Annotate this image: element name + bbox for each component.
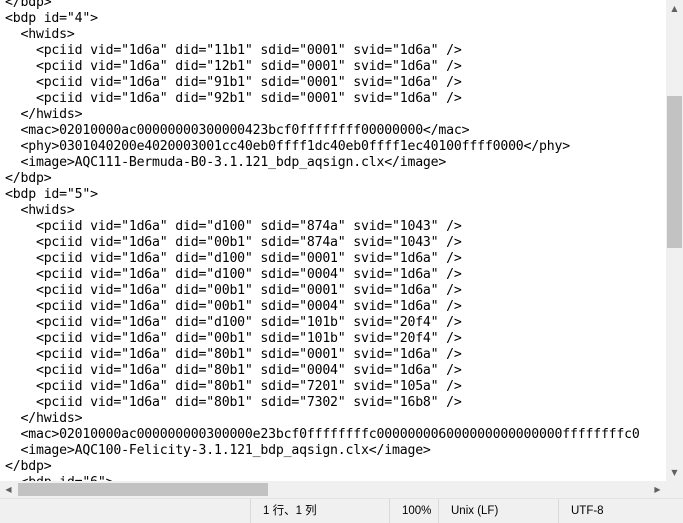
horizontal-scroll-thumb[interactable] xyxy=(18,483,268,496)
vertical-scrollbar[interactable]: ▲ ▼ xyxy=(666,0,683,481)
code-line: <pciid vid="1d6a" did="00b1" sdid="0001"… xyxy=(5,283,462,298)
code-line: <pciid vid="1d6a" did="80b1" sdid="0001"… xyxy=(5,347,462,362)
code-line: </bdp> xyxy=(5,459,52,474)
cursor-position: 1 行、1 列 xyxy=(250,499,389,523)
code-line: <pciid vid="1d6a" did="00b1" sdid="0004"… xyxy=(5,299,462,314)
code-line: <bdp id="5"> xyxy=(5,187,98,202)
code-line: <pciid vid="1d6a" did="d100" sdid="0004"… xyxy=(5,267,462,282)
code-line: <image>AQC111-Bermuda-B0-3.1.121_bdp_aqs… xyxy=(5,155,447,170)
code-line: <hwids> xyxy=(5,203,75,218)
code-line: </bdp> xyxy=(5,171,52,186)
scroll-left-arrow-icon[interactable]: ◀ xyxy=(0,481,17,498)
code-line: </hwids> xyxy=(5,107,83,122)
code-line: <pciid vid="1d6a" did="d100" sdid="874a"… xyxy=(5,219,462,234)
code-line: <phy>0301040200e4020003001cc40eb0ffff1dc… xyxy=(5,139,570,154)
code-line: <pciid vid="1d6a" did="80b1" sdid="7302"… xyxy=(5,395,462,410)
code-line: <pciid vid="1d6a" did="00b1" sdid="874a"… xyxy=(5,235,462,250)
editor-lines: </bdp> <bdp id="4"> <hwids> <pciid vid="1… xyxy=(5,0,640,481)
code-line: <pciid vid="1d6a" did="80b1" sdid="7201"… xyxy=(5,379,462,394)
code-line: <pciid vid="1d6a" did="92b1" sdid="0001"… xyxy=(5,91,462,106)
code-line: <bdp id="4"> xyxy=(5,11,98,26)
code-line: <pciid vid="1d6a" did="91b1" sdid="0001"… xyxy=(5,75,462,90)
code-line: <pciid vid="1d6a" did="11b1" sdid="0001"… xyxy=(5,43,462,58)
scroll-down-arrow-icon[interactable]: ▼ xyxy=(666,464,683,481)
code-line: <pciid vid="1d6a" did="d100" sdid="101b"… xyxy=(5,315,462,330)
code-line: <image>AQC100-Felicity-3.1.121_bdp_aqsig… xyxy=(5,443,431,458)
horizontal-scrollbar[interactable]: ◀ ▶ xyxy=(0,481,666,498)
vertical-scroll-thumb[interactable] xyxy=(667,96,682,248)
encoding: UTF-8 xyxy=(558,499,683,523)
code-line: <pciid vid="1d6a" did="12b1" sdid="0001"… xyxy=(5,59,462,74)
line-ending: Unix (LF) xyxy=(438,499,558,523)
code-line: <mac>02010000ac00000000300000423bcf0ffff… xyxy=(5,123,470,138)
zoom-level: 100% xyxy=(389,499,438,523)
code-line: </hwids> xyxy=(5,411,83,426)
scrollbar-corner xyxy=(666,481,683,498)
code-line: <pciid vid="1d6a" did="80b1" sdid="0004"… xyxy=(5,363,462,378)
code-line: <mac>02010000ac000000000300000e23bcf0fff… xyxy=(5,427,640,442)
code-line: </bdp> xyxy=(5,0,52,10)
code-line: <hwids> xyxy=(5,27,75,42)
status-bar: 1 行、1 列 100% Unix (LF) UTF-8 xyxy=(0,498,683,523)
text-editor-area[interactable]: </bdp> <bdp id="4"> <hwids> <pciid vid="1… xyxy=(0,0,666,481)
code-line: <pciid vid="1d6a" did="d100" sdid="0001"… xyxy=(5,251,462,266)
scroll-right-arrow-icon[interactable]: ▶ xyxy=(649,481,666,498)
scroll-up-arrow-icon[interactable]: ▲ xyxy=(666,0,683,17)
code-line: <pciid vid="1d6a" did="00b1" sdid="101b"… xyxy=(5,331,462,346)
